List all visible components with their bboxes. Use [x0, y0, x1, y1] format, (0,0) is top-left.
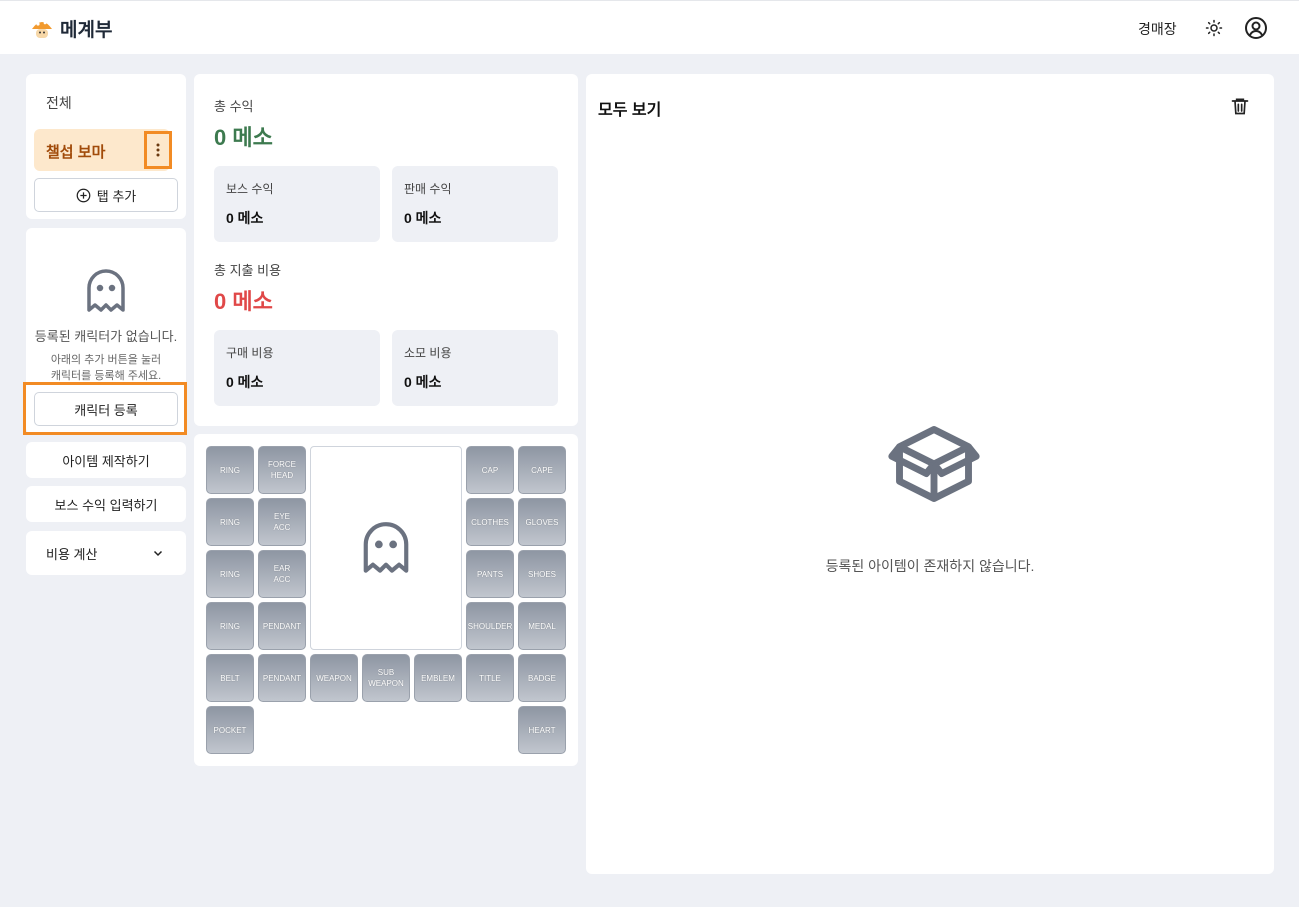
consume-cost-card: 소모 비용 0 메소 [392, 330, 558, 406]
add-tab-button[interactable]: 탭 추가 [34, 178, 178, 212]
craft-item-button[interactable]: 아이템 제작하기 [26, 442, 186, 478]
ghost-icon [87, 269, 125, 312]
more-vertical-icon [156, 143, 160, 157]
equipment-card: RING RING RING RING BELT POCKET FORCE HEAD EYE … [194, 434, 578, 766]
tab-active-label: 챌섭 보마 [46, 144, 106, 161]
boss-income-stat-value: 0 메소 [226, 210, 264, 226]
empty-character-hint: 아래의 추가 버튼을 눌러 캐릭터를 등록해 주세요. [26, 352, 186, 384]
craft-item-label: 아이템 제작하기 [62, 453, 150, 469]
equipment-slot[interactable]: PENDANT [258, 654, 306, 702]
equipment-slot[interactable]: SHOULDER [466, 602, 514, 650]
chevron-down-icon [153, 550, 163, 557]
boss-income-card: 보스 수익 0 메소 [214, 166, 380, 242]
box-icon [888, 426, 980, 502]
empty-character-hint-line1: 아래의 추가 버튼을 눌러 [50, 354, 162, 366]
total-income-value: 0 메소 [214, 125, 273, 150]
equipment-slot[interactable]: POCKET [206, 706, 254, 754]
empty-character-title: 등록된 캐릭터가 없습니다. [34, 329, 178, 344]
boss-income-stat-label: 보스 수익 [226, 182, 274, 196]
ghost-icon [363, 522, 409, 573]
sale-income-stat-value: 0 메소 [404, 210, 442, 226]
items-empty-text: 등록된 아이템이 존재하지 않습니다. [825, 558, 1035, 574]
tabs-card: 전체 챌섭 보마 탭 추가 [26, 74, 186, 219]
equipment-slot[interactable]: RING [206, 446, 254, 494]
tab-more-button[interactable] [144, 131, 172, 169]
theme-toggle-button[interactable] [1202, 16, 1226, 40]
consume-cost-stat-value: 0 메소 [404, 374, 442, 390]
equipment-slot[interactable]: PANTS [466, 550, 514, 598]
sale-income-stat-label: 판매 수익 [404, 182, 452, 196]
equipment-slot[interactable]: EYE ACC [258, 498, 306, 546]
equipment-slot[interactable]: PENDANT [258, 602, 306, 650]
equipment-slot[interactable]: SUB WEAPON [362, 654, 410, 702]
equipment-slot[interactable]: FORCE HEAD [258, 446, 306, 494]
equipment-slot[interactable]: CAP [466, 446, 514, 494]
equipment-slot[interactable]: MEDAL [518, 602, 566, 650]
total-income-label: 총 수익 [214, 99, 254, 114]
equipment-slot[interactable]: EMBLEM [414, 654, 462, 702]
register-character-label: 캐릭터 등록 [74, 402, 138, 418]
user-circle-icon [1245, 17, 1267, 39]
top-header: 메계부 경매장 [0, 0, 1299, 54]
delete-all-button[interactable] [1228, 94, 1252, 118]
tab-active[interactable]: 챌섭 보마 [34, 129, 172, 171]
sun-icon [1205, 19, 1223, 37]
register-character-button[interactable]: 캐릭터 등록 [34, 392, 178, 426]
app-logo[interactable]: 메계부 [30, 15, 112, 42]
equipment-slot[interactable]: CAPE [518, 446, 566, 494]
equipment-slot[interactable]: HEART [518, 706, 566, 754]
equipment-slot[interactable]: RING [206, 498, 254, 546]
equipment-slot[interactable]: EAR ACC [258, 550, 306, 598]
total-expense-value: 0 메소 [214, 289, 273, 314]
user-profile-button[interactable] [1244, 16, 1268, 40]
equipment-slot[interactable]: RING [206, 550, 254, 598]
purchase-cost-stat-label: 구매 비용 [226, 346, 274, 360]
equipment-slot[interactable]: SHOES [518, 550, 566, 598]
tab-all[interactable]: 전체 [46, 93, 72, 113]
mushroom-logo-icon [32, 21, 52, 38]
equipment-slot[interactable]: GLOVES [518, 498, 566, 546]
purchase-cost-card: 구매 비용 0 메소 [214, 330, 380, 406]
boss-income-label: 보스 수익 입력하기 [54, 497, 158, 513]
cost-calc-dropdown[interactable]: 비용 계산 [26, 531, 186, 575]
trash-icon [1231, 98, 1249, 115]
items-panel-title: 모두 보기 [598, 102, 662, 119]
items-panel: 모두 보기 등록된 아이템이 존재하지 않습니다. [586, 74, 1274, 874]
equipment-slot[interactable]: WEAPON [310, 654, 358, 702]
equipment-slot[interactable]: TITLE [466, 654, 514, 702]
sale-income-card: 판매 수익 0 메소 [392, 166, 558, 242]
equipment-slot[interactable]: CLOTHES [466, 498, 514, 546]
cost-calc-label: 비용 계산 [46, 546, 98, 562]
consume-cost-stat-label: 소모 비용 [404, 346, 452, 360]
boss-income-button[interactable]: 보스 수익 입력하기 [26, 486, 186, 522]
summary-card: 총 수익 0 메소 보스 수익 0 메소 판매 수익 0 메소 총 지출 비용 … [194, 74, 578, 426]
equipment-slot[interactable]: BELT [206, 654, 254, 702]
total-expense-label: 총 지출 비용 [214, 263, 282, 278]
add-tab-label: 탭 추가 [96, 188, 137, 204]
plus-circle-icon [76, 188, 91, 202]
app-title: 메계부 [60, 20, 113, 41]
equipment-slot[interactable]: RING [206, 602, 254, 650]
equipment-slot[interactable]: BADGE [518, 654, 566, 702]
purchase-cost-stat-value: 0 메소 [226, 374, 264, 390]
character-preview [310, 446, 462, 650]
auction-house-link[interactable]: 경매장 [1138, 19, 1177, 39]
